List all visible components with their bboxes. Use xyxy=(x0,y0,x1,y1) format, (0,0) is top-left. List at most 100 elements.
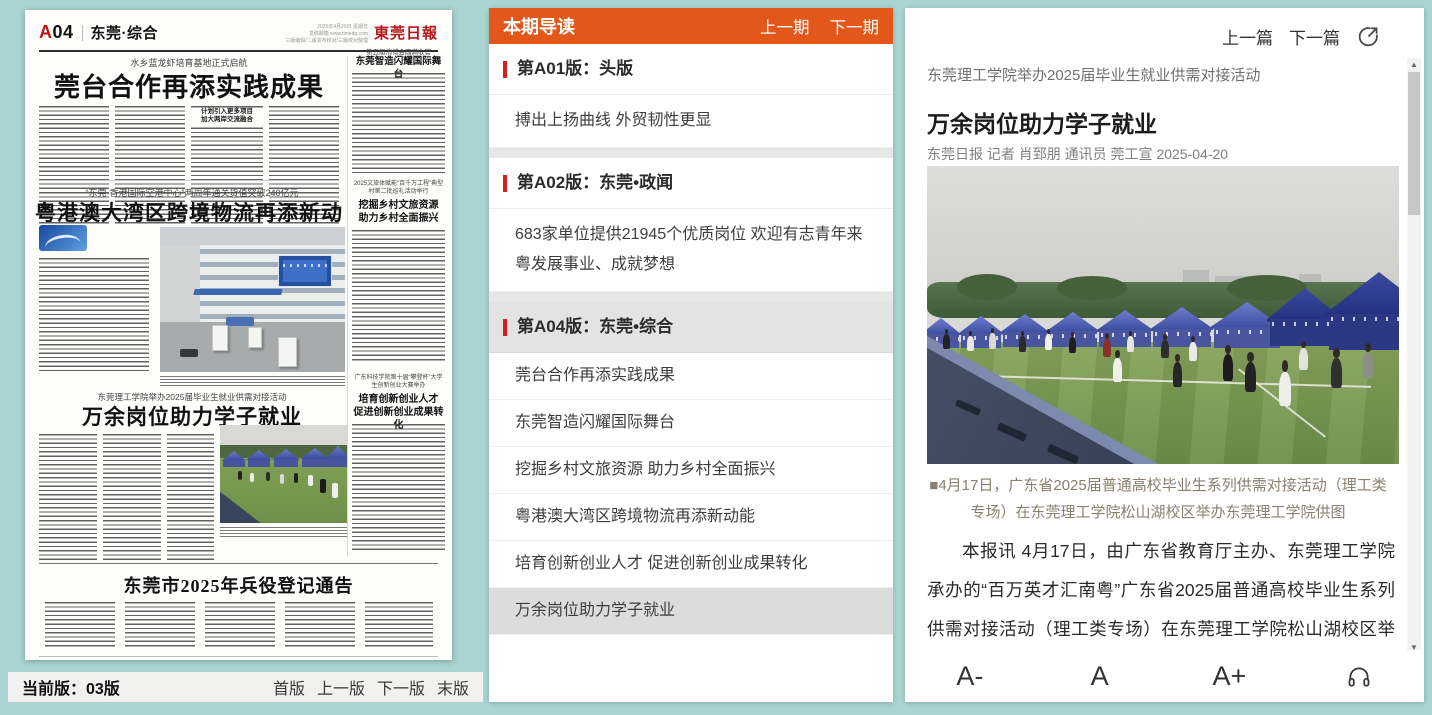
toc-article-item[interactable]: 莞台合作再添实践成果 xyxy=(489,353,893,400)
next-article-link[interactable]: 下一篇 xyxy=(1289,24,1340,49)
page-navigation-bar: 当前版：03版 首版 上一版 下一版 末版 xyxy=(8,672,483,702)
listen-audio-button[interactable] xyxy=(1294,650,1424,702)
header-divider xyxy=(82,25,83,41)
headline-line: 培育创新创业人才 xyxy=(359,394,439,405)
person-figure xyxy=(1189,342,1197,361)
issue-guide-panel: 本期导读 上一期 下一期 第A01版：头版 搏出上扬曲线 外贸韧性更显 第A02… xyxy=(489,8,893,702)
prev-page-link[interactable]: 上一版 xyxy=(317,675,365,699)
photo-caption-block xyxy=(220,527,347,538)
font-normal-button[interactable]: A xyxy=(1035,650,1165,702)
person-figure xyxy=(294,473,298,483)
side2-headline[interactable]: 挖掘乡村文旅资源 助力乡村全面振兴 xyxy=(352,199,445,225)
tent-graphic xyxy=(959,316,1003,348)
date-line: 三版编辑/二版发布校对/三版校对整理 xyxy=(285,38,368,45)
side3-kicker: 广东科技学院第十届“攀登杯”大学生创新创业大赛举办 xyxy=(352,374,445,390)
person-figure xyxy=(943,334,950,349)
font-smaller-button[interactable]: A- xyxy=(905,650,1035,702)
tent-graphic xyxy=(272,449,300,467)
article-kicker: 东莞理工学院举办2025届毕业生就业供需对接活动 xyxy=(927,64,1260,85)
toc-article-item[interactable]: 培育创新创业人才 促进创新创业成果转化 xyxy=(489,541,893,588)
prev-issue-link[interactable]: 上一期 xyxy=(760,14,810,38)
reader-scrollbar[interactable]: ▲ ▼ xyxy=(1407,58,1421,654)
toc-article-item[interactable]: 挖掘乡村文旅资源 助力乡村全面振兴 xyxy=(489,447,893,494)
page-section-title: 东莞·综合 xyxy=(91,22,159,43)
scroll-up-arrow[interactable]: ▲ xyxy=(1407,58,1421,71)
photo-truck xyxy=(278,337,297,367)
page-code-letter: A xyxy=(39,22,53,43)
next-issue-link[interactable]: 下一期 xyxy=(830,14,880,38)
side1-kicker: 第五届消博会圆满收官 xyxy=(352,46,445,56)
current-page-label: 当前版：03版 xyxy=(22,675,120,699)
column-rule xyxy=(347,56,348,556)
photo-billboard xyxy=(278,255,332,287)
billboard-panel xyxy=(283,260,327,282)
body-text-block xyxy=(103,434,161,564)
toc-article-item-active[interactable]: 万余岗位助力学子就业 xyxy=(489,588,893,635)
scrollbar-thumb[interactable] xyxy=(1408,72,1420,215)
section-card-a01: 第A01版：头版 搏出上扬曲线 外贸韧性更显 xyxy=(489,44,893,148)
person-figure xyxy=(1127,336,1134,352)
tent-graphic xyxy=(246,450,272,467)
person-figure xyxy=(238,471,242,480)
person-figure xyxy=(266,472,270,481)
person-figure xyxy=(1363,352,1373,378)
photo-canopy xyxy=(193,289,282,295)
article-divider xyxy=(39,180,339,181)
toc-article-item[interactable]: 粤港澳大湾区跨境物流再添新动能 xyxy=(489,494,893,541)
person-figure xyxy=(1173,362,1182,387)
article-photo xyxy=(927,166,1399,464)
last-page-link[interactable]: 末版 xyxy=(437,675,469,699)
article-nav: 上一篇 下一篇 xyxy=(1222,24,1380,49)
red-bar-icon xyxy=(503,319,507,336)
font-larger-button[interactable]: A+ xyxy=(1165,650,1295,702)
person-figure xyxy=(1113,358,1122,382)
page-code-number: 04 xyxy=(53,22,74,43)
photo-truck xyxy=(212,325,228,351)
section-label: 第A02版：东莞•政闻 xyxy=(517,158,673,208)
person-figure xyxy=(1279,372,1291,406)
headline-line: 助力乡村全面振兴 xyxy=(359,213,439,224)
photo-caption: ■4月17日，广东省2025届普通高校毕业生系列供需对接活动（理工类专场）在东莞… xyxy=(927,472,1389,526)
page-code: A04 东莞·综合 xyxy=(39,22,158,43)
person-figure xyxy=(1299,348,1308,370)
masthead-date-lines: 2025年4月20日 星期日 发稿邮箱 www.timedg.com 三版编辑/… xyxy=(285,24,368,45)
newspaper-page-preview[interactable]: A04 东莞·综合 2025年4月20日 星期日 发稿邮箱 www.timedg… xyxy=(25,10,452,660)
notice-article: 东莞市2025年兵役登记通告 xyxy=(39,563,438,657)
section-header-a04[interactable]: 第A04版：东莞•综合 xyxy=(489,302,893,353)
article-paragraph: 本报讯 4月17日，由广东省教育厅主办、东莞理工学院承办的“百万英才汇南粤”广东… xyxy=(927,532,1395,662)
article3-photo xyxy=(220,425,347,523)
open-external-icon[interactable] xyxy=(1356,25,1380,49)
section-header-a02[interactable]: 第A02版：东莞•政闻 xyxy=(489,158,893,209)
article-byline: 东莞日报 记者 肖郅朋 通讯员 莞工宣 2025-04-20 xyxy=(927,144,1228,164)
first-page-link[interactable]: 首版 xyxy=(273,675,305,699)
reader-toolbar: A- A A+ xyxy=(905,650,1424,702)
person-figure xyxy=(250,473,254,482)
person-figure xyxy=(1161,340,1169,358)
tent-graphic xyxy=(1151,307,1213,347)
newspaper-logo: 東莞日報 xyxy=(374,22,438,43)
person-figure xyxy=(332,483,338,498)
photo-sky xyxy=(160,227,345,247)
toc-article-item[interactable]: 东莞智造闪耀国际舞台 xyxy=(489,400,893,447)
subhead-line: 计划引入更多项目 xyxy=(201,108,253,115)
red-bar-icon xyxy=(503,61,507,78)
article-body: 本报讯 4月17日，由广东省教育厅主办、东莞理工学院承办的“百万英才汇南粤”广东… xyxy=(927,532,1395,662)
section-header-a01[interactable]: 第A01版：头版 xyxy=(489,44,893,95)
next-page-link[interactable]: 下一版 xyxy=(377,675,425,699)
body-text-block xyxy=(365,602,433,648)
article1-headline[interactable]: 莞台合作再添实践成果 xyxy=(39,67,339,104)
person-figure xyxy=(1069,337,1076,353)
article-title: 万余岗位助力学子就业 xyxy=(927,105,1157,139)
person-figure xyxy=(320,479,326,493)
logistics-badge-graphic xyxy=(39,225,87,251)
person-figure xyxy=(308,475,313,486)
toc-article-item[interactable]: 683家单位提供21945个优质岗位 欢迎有志青年来粤发展事业、成就梦想 xyxy=(489,209,893,292)
prev-article-link[interactable]: 上一篇 xyxy=(1222,24,1273,49)
tent-graphic xyxy=(222,451,246,467)
person-figure xyxy=(1045,334,1052,350)
section-gap xyxy=(489,148,893,158)
article1-subhead: 计划引入更多项目 加大两岸交流融合 xyxy=(191,108,263,126)
toc-article-item[interactable]: 搏出上扬曲线 外贸韧性更显 xyxy=(489,95,893,148)
side2-kicker: 2025文旅体赋能“百千万工程”典型村第二批巡礼活动举行 xyxy=(352,180,445,196)
notice-headline[interactable]: 东莞市2025年兵役登记通告 xyxy=(39,572,438,598)
